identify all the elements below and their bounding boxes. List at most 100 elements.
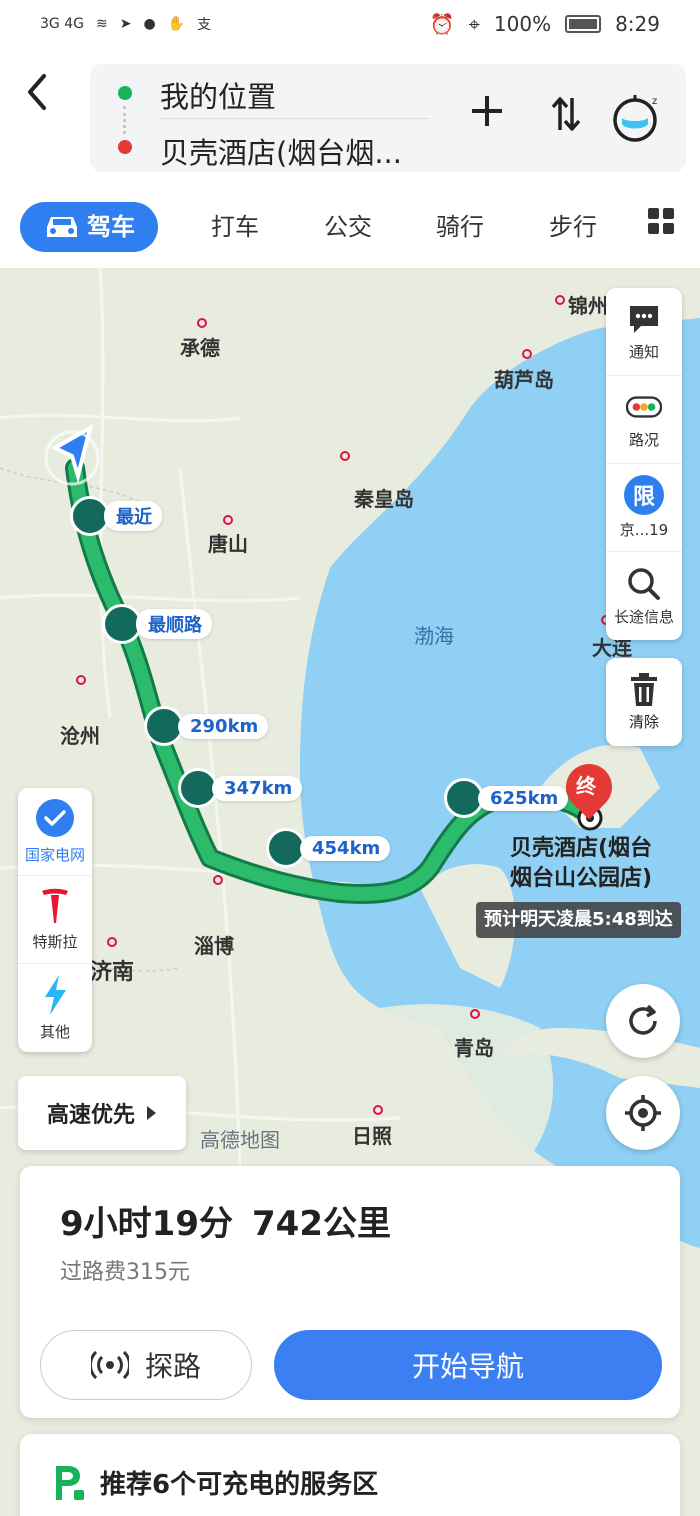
restriction-button[interactable]: 限 京...19	[606, 464, 682, 552]
app-icon: ●	[143, 16, 156, 32]
notify-label: 通知	[628, 343, 659, 361]
charger-marker-290[interactable]: 290km	[144, 706, 269, 746]
tab-bus[interactable]: 公交	[318, 202, 378, 252]
route-header: 我的位置 贝壳酒店(烟台烟... z	[0, 48, 700, 188]
toll-fee: 过路费315元	[60, 1260, 190, 1285]
city-qingdao: 青岛	[454, 1036, 494, 1060]
filter-other-label: 其他	[39, 1022, 70, 1041]
route-connector	[123, 106, 127, 134]
clear-button[interactable]: 清除	[606, 658, 682, 746]
charger-marker-most-convenient[interactable]: 最顺路	[102, 604, 212, 644]
hand-icon: ✋	[167, 16, 186, 32]
charger-label: 625km	[478, 785, 569, 811]
caret-right-icon	[147, 1106, 156, 1120]
origin-dot	[118, 86, 132, 100]
tab-walk[interactable]: 步行	[543, 202, 603, 252]
network-indicator: 3G 4G	[40, 16, 84, 32]
parking-charging-icon	[52, 1464, 86, 1502]
notify-button[interactable]: 通知	[606, 288, 682, 376]
refresh-button[interactable]	[606, 984, 680, 1058]
end-marker-label: 终	[576, 774, 596, 798]
destination-field[interactable]: 贝壳酒店(烟台烟...	[160, 130, 402, 172]
charger-label: 454km	[300, 835, 391, 861]
destination-label-line2: 烟台山公园店)	[510, 866, 653, 891]
city-qinhuangdao: 秦皇岛	[354, 487, 414, 511]
filter-tesla-label: 特斯拉	[32, 933, 78, 951]
send-icon: ➤	[119, 16, 132, 32]
traffic-label: 路况	[628, 431, 659, 449]
restriction-label: 京...19	[619, 521, 669, 539]
clear-label: 清除	[628, 712, 659, 731]
search-icon	[626, 566, 662, 602]
destination-dot	[118, 140, 132, 154]
filter-state-grid[interactable]: 国家电网	[18, 788, 92, 876]
charger-label: 290km	[178, 713, 269, 739]
status-bar: 3G 4G ≋ ➤ ● ✋ 支 ⏰ ⌖ 100% 8:29	[0, 0, 700, 48]
clock: 8:29	[615, 12, 660, 36]
charger-label: 最顺路	[136, 609, 212, 639]
battery-icon	[565, 15, 602, 33]
city-jinan: 济南	[90, 960, 135, 985]
status-left: 3G 4G ≋ ➤ ● ✋ 支	[40, 14, 211, 34]
destination-label-line1: 贝壳酒店(烟台	[510, 836, 653, 861]
map-tools-panel: 通知 路况 限 京...19 长途信息	[606, 288, 682, 640]
assistant-avatar[interactable]: z	[610, 92, 660, 142]
trip-duration: 9小时19分	[60, 1204, 233, 1244]
filter-other[interactable]: 其他	[18, 964, 92, 1052]
restriction-badge: 限	[624, 475, 664, 515]
long-trip-info-button[interactable]: 长途信息	[606, 552, 682, 640]
tab-cycle[interactable]: 骑行	[430, 202, 490, 252]
explore-route-label: 探路	[144, 1350, 201, 1383]
back-button[interactable]	[22, 72, 62, 122]
recommendation-text: 推荐6个可充电的服务区	[100, 1470, 379, 1500]
more-modes-grid-icon[interactable]	[648, 208, 674, 234]
filter-tesla[interactable]: 特斯拉	[18, 876, 92, 964]
city-chengde: 承德	[180, 336, 220, 360]
route-summary-card[interactable]: 9小时19分 742公里 过路费315元 探路 开始导航	[20, 1166, 680, 1418]
locate-button[interactable]	[606, 1076, 680, 1150]
filter-state-grid-label: 国家电网	[24, 846, 85, 864]
charger-marker-347[interactable]: 347km	[178, 768, 303, 808]
check-circle-icon	[36, 799, 74, 837]
status-right: ⏰ ⌖ 100% 8:29	[430, 12, 660, 36]
charger-marker-nearest[interactable]: 最近	[70, 496, 162, 536]
location-icon: ⌖	[468, 12, 480, 36]
route-preference-label: 高速优先	[46, 1103, 135, 1128]
swap-icon	[551, 97, 581, 131]
charger-marker-625[interactable]: 625km	[444, 778, 569, 818]
city-tangshan: 唐山	[208, 532, 248, 556]
trash-icon	[631, 672, 657, 706]
chevron-left-icon	[28, 74, 46, 110]
lightning-icon	[45, 974, 66, 1015]
svg-text:z: z	[652, 96, 657, 107]
city-cangzhou: 沧州	[60, 724, 100, 748]
charger-marker-454[interactable]: 454km	[266, 828, 391, 868]
charger-label: 347km	[212, 775, 303, 801]
chat-icon	[626, 301, 662, 337]
tab-taxi[interactable]: 打车	[205, 202, 265, 252]
trip-distance: 742公里	[252, 1204, 391, 1244]
battery-percent: 100%	[493, 12, 552, 36]
route-input-box: 我的位置 贝壳酒店(烟台烟... z	[90, 64, 686, 172]
tab-drive[interactable]: 驾车	[20, 202, 158, 252]
tab-drive-label: 驾车	[87, 213, 135, 241]
transport-tabs: 驾车 打车 公交 骑行 步行	[0, 188, 700, 268]
map-watermark: 高德地图	[200, 1128, 280, 1152]
add-waypoint-button[interactable]	[470, 92, 504, 136]
destination-map-label: 贝壳酒店(烟台 烟台山公园店)	[510, 834, 652, 894]
tesla-logo-icon	[42, 888, 68, 923]
route-preference-button[interactable]: 高速优先	[18, 1076, 186, 1150]
start-navigation-button[interactable]: 开始导航	[274, 1330, 662, 1400]
charger-filter-panel: 国家电网 特斯拉 其他	[18, 788, 92, 1052]
swap-button[interactable]	[550, 96, 582, 140]
divider	[160, 118, 430, 119]
long-trip-info-label: 长途信息	[613, 607, 674, 626]
origin-field[interactable]: 我的位置	[160, 74, 276, 116]
sea-bohai: 渤海	[414, 624, 454, 648]
alarm-icon: ⏰	[429, 12, 455, 36]
plus-icon	[472, 96, 502, 126]
explore-route-button[interactable]: 探路	[40, 1330, 252, 1400]
traffic-light-icon	[626, 389, 662, 425]
traffic-button[interactable]: 路况	[606, 376, 682, 464]
charging-service-recommendation[interactable]: 推荐6个可充电的服务区	[20, 1434, 680, 1516]
